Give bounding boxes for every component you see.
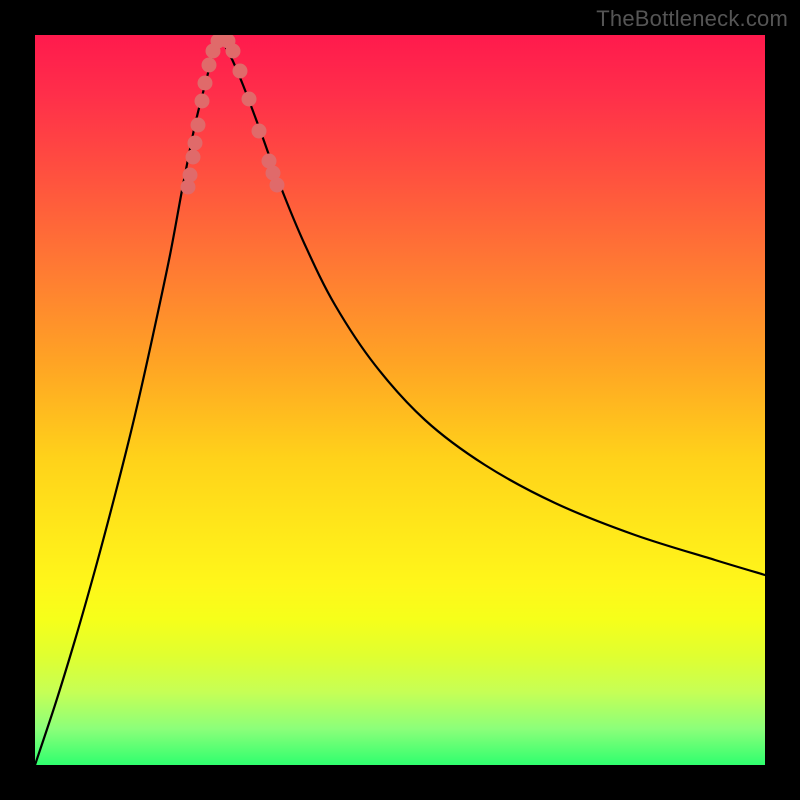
chart-frame: TheBottleneck.com bbox=[0, 0, 800, 800]
watermark-text: TheBottleneck.com bbox=[596, 6, 788, 32]
data-marker bbox=[191, 118, 206, 133]
data-marker bbox=[226, 44, 241, 59]
curve-right-curve bbox=[220, 38, 765, 575]
curve-group bbox=[35, 38, 765, 765]
data-marker bbox=[270, 178, 285, 193]
data-marker bbox=[233, 64, 248, 79]
curve-layer bbox=[35, 35, 765, 765]
data-marker bbox=[252, 124, 267, 139]
data-marker bbox=[198, 76, 213, 91]
data-marker bbox=[186, 150, 201, 165]
data-marker bbox=[202, 58, 217, 73]
data-marker bbox=[195, 94, 210, 109]
data-marker bbox=[242, 92, 257, 107]
data-marker bbox=[188, 136, 203, 151]
plot-area bbox=[35, 35, 765, 765]
data-marker bbox=[183, 168, 198, 183]
